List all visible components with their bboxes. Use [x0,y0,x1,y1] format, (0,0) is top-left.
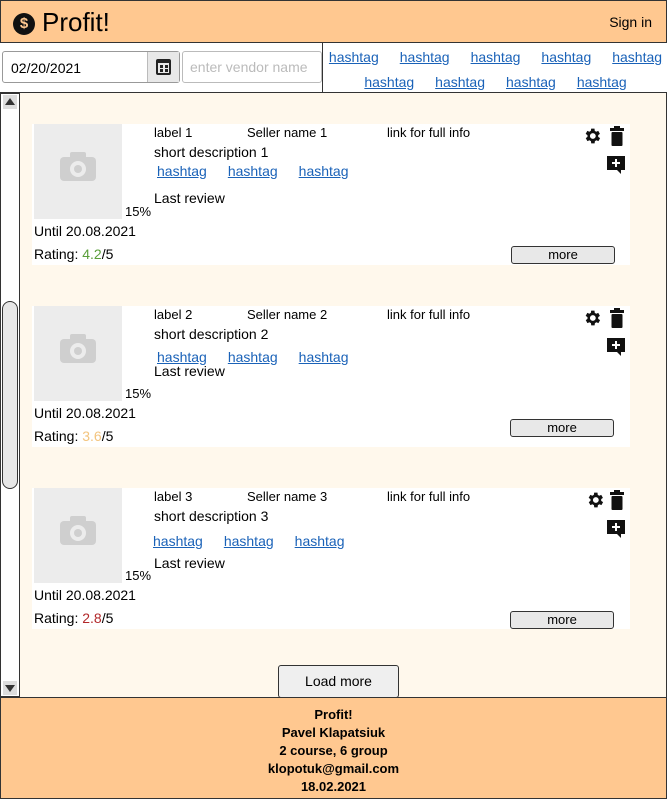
hashtag-filter-link[interactable]: hashtag [541,49,591,65]
footer-email: klopotuk@gmail.com [267,761,400,776]
offer-card: 15% Until 20.08.2021 Rating: 4.2/5 label… [32,124,630,265]
hashtag-filter-link[interactable]: hashtag [506,74,556,90]
offer-image-placeholder [34,306,122,401]
rating: Rating: 4.2/5 [34,246,113,262]
scroll-up-arrow-icon[interactable] [3,95,17,109]
delete-trash-icon[interactable] [610,308,624,328]
seller-name: Seller name 2 [247,307,328,322]
short-description: short description 2 [154,326,269,342]
seller-name: Seller name 3 [247,489,328,504]
more-button[interactable]: more [510,419,614,437]
scroll-down-arrow-icon[interactable] [3,681,17,695]
hashtag-link[interactable]: hashtag [157,163,207,179]
hashtag-filter-link[interactable]: hashtag [577,74,627,90]
calendar-icon [156,59,171,75]
rating-value: 4.2 [82,246,102,262]
footer-date: 18.02.2021 [300,779,367,794]
app-footer: Profit! Pavel Klapatsiuk 2 course, 6 gro… [0,697,667,799]
rating-value: 3.6 [82,428,102,444]
hashtag-link[interactable]: hashtag [224,533,274,549]
rating-max: /5 [101,610,114,626]
dollar-coin-icon: $ [13,13,35,35]
sign-in-link[interactable]: Sign in [609,14,652,30]
app-header: $ Profit! Sign in [0,0,667,43]
hashtag-row-1: hashtag hashtag hashtag hashtag hashtag [323,49,667,65]
last-review: Last review [154,363,225,379]
hashtag-filter-link[interactable]: hashtag [364,74,414,90]
hashtag-filter-link[interactable]: hashtag [400,49,450,65]
delete-trash-icon[interactable] [610,126,624,146]
hashtag-link[interactable]: hashtag [153,533,203,549]
add-comment-icon[interactable] [606,337,626,357]
rating-max: /5 [101,246,114,262]
seller-name: Seller name 1 [247,125,328,140]
short-description: short description 3 [154,508,269,524]
valid-until: Until 20.08.2021 [34,587,136,603]
valid-until: Until 20.08.2021 [34,405,136,421]
offer-label: label 3 [154,489,193,504]
rating-label: Rating: [34,428,83,444]
discount-badge: 15% [125,204,152,219]
rating: Rating: 3.6/5 [34,428,113,444]
valid-until: Until 20.08.2021 [34,223,136,239]
rating: Rating: 2.8/5 [34,610,113,626]
settings-gear-icon[interactable] [582,126,602,146]
offer-card: 15% Until 20.08.2021 Rating: 2.8/5 label… [32,488,630,629]
rating-label: Rating: [34,610,83,626]
discount-badge: 15% [125,568,152,583]
full-info-link[interactable]: link for full info [387,125,470,140]
full-info-link[interactable]: link for full info [387,307,470,322]
footer-group: 2 course, 6 group [279,743,388,758]
add-comment-icon[interactable] [606,519,626,539]
delete-trash-icon[interactable] [610,490,624,510]
short-description: short description 1 [154,144,269,160]
offer-image-placeholder [34,488,122,583]
offer-card: 15% Until 20.08.2021 Rating: 3.6/5 label… [32,306,630,447]
hashtag-filter-panel: hashtag hashtag hashtag hashtag hashtag … [322,42,667,92]
rating-max: /5 [101,428,114,444]
offer-hashtags: hashtag hashtag hashtag [153,533,344,549]
vendor-search-input[interactable] [182,51,322,83]
hashtag-link[interactable]: hashtag [299,163,349,179]
offer-image-placeholder [34,124,122,219]
date-value[interactable]: 02/20/2021 [11,60,81,76]
scrollbar-thumb[interactable] [2,301,18,489]
hashtag-link[interactable]: hashtag [228,349,278,365]
offer-hashtags: hashtag hashtag hashtag [157,163,348,179]
settings-gear-icon[interactable] [585,490,605,510]
hashtag-link[interactable]: hashtag [295,533,345,549]
more-button[interactable]: more [510,611,614,629]
hashtag-filter-link[interactable]: hashtag [612,49,662,65]
hashtag-filter-link[interactable]: hashtag [329,49,379,65]
app-title: Profit! [42,7,110,37]
load-more-button[interactable]: Load more [278,665,399,698]
filter-bar: 02/20/2021 hashtag hashtag hashtag hasht… [0,42,667,93]
hashtag-row-2: hashtag hashtag hashtag hashtag [323,74,667,90]
offer-label: label 2 [154,307,193,322]
hashtag-filter-link[interactable]: hashtag [435,74,485,90]
date-picker[interactable]: 02/20/2021 [2,51,180,83]
rating-label: Rating: [34,246,83,262]
more-button[interactable]: more [511,246,615,264]
add-comment-icon[interactable] [606,155,626,175]
calendar-button[interactable] [147,52,179,82]
full-info-link[interactable]: link for full info [387,489,470,504]
rating-value: 2.8 [82,610,102,626]
hashtag-filter-link[interactable]: hashtag [471,49,521,65]
last-review: Last review [154,555,225,571]
hashtag-link[interactable]: hashtag [228,163,278,179]
settings-gear-icon[interactable] [582,308,602,328]
hashtag-link[interactable]: hashtag [299,349,349,365]
last-review: Last review [154,190,225,206]
footer-author: Pavel Klapatsiuk [281,725,386,740]
offer-label: label 1 [154,125,193,140]
offers-list: 15% Until 20.08.2021 Rating: 4.2/5 label… [20,93,667,698]
footer-app-name: Profit! [314,707,353,722]
vertical-scrollbar[interactable] [0,93,20,697]
discount-badge: 15% [125,386,152,401]
